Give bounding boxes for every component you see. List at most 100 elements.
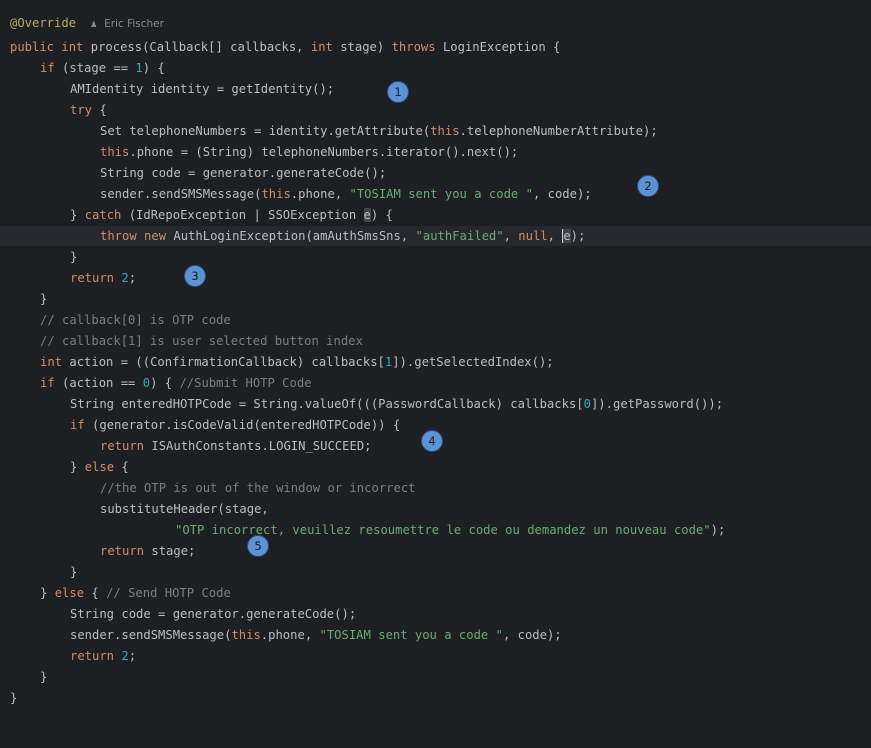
code-text: (IdRepoException | SSOException — [121, 208, 364, 222]
keyword: this — [261, 187, 291, 201]
code-text: (action == — [54, 376, 143, 390]
code-text: (generator.isCodeValid(enteredHOTPCode))… — [84, 418, 401, 432]
code-text: .phone, — [290, 187, 350, 201]
code-line-current[interactable]: throw new AuthLoginException(amAuthSmsSn… — [0, 226, 871, 246]
code-line: return stage; — [0, 541, 871, 561]
code-line: try { — [0, 100, 871, 120]
author-name[interactable]: Eric Fischer — [104, 18, 164, 30]
text-caret: e — [562, 229, 571, 243]
code-line: return 2; — [0, 268, 871, 288]
code-comment: //Submit HOTP Code — [179, 376, 312, 390]
code-line: sender.sendSMSMessage(this.phone, "TOSIA… — [0, 625, 871, 645]
code-text: ) { — [370, 208, 393, 222]
code-line: String code = generator.generateCode(); — [0, 604, 871, 624]
callout-marker-4: 4 — [421, 430, 443, 452]
code-text: stage; — [144, 544, 196, 558]
code-line: AMIdentity identity = getIdentity(); — [0, 79, 871, 99]
code-line: } — [0, 667, 871, 687]
code-text: .phone = (String) telephoneNumbers.itera… — [129, 145, 519, 159]
code-text: .phone, — [260, 628, 320, 642]
code-line: Set telephoneNumbers = identity.getAttri… — [0, 121, 871, 141]
code-text: substituteHeader(stage, — [100, 502, 269, 516]
code-line: String code = generator.generateCode(); — [0, 163, 871, 183]
code-text: { — [114, 460, 129, 474]
code-text: String code = generator.generateCode(); — [70, 607, 357, 621]
code-line: // callback[0] is OTP code — [0, 310, 871, 330]
code-text: } — [70, 565, 78, 579]
code-text: ISAuthConstants.LOGIN_SUCCEED; — [144, 439, 372, 453]
code-comment: // Send HOTP Code — [106, 586, 231, 600]
keyword: return — [100, 439, 145, 453]
code-text: process(Callback[] callbacks, — [90, 40, 311, 54]
code-line: } catch (IdRepoException | SSOException … — [0, 205, 871, 225]
code-line: // callback[1] is user selected button i… — [0, 331, 871, 351]
code-line: String enteredHOTPCode = String.valueOf(… — [0, 394, 871, 414]
keyword: int — [40, 355, 63, 369]
code-line: @Override ♟ Eric Fischer — [0, 13, 871, 33]
keyword: else — [54, 586, 85, 600]
code-line: if (action == 0) { //Submit HOTP Code — [0, 373, 871, 393]
code-line: } — [0, 562, 871, 582]
code-text: action = ((ConfirmationCallback) callbac… — [62, 355, 385, 369]
code-text: AuthLoginException(amAuthSmsSns, — [166, 229, 416, 243]
code-text: AMIdentity identity = getIdentity(); — [70, 82, 335, 96]
callout-marker-1: 1 — [387, 81, 409, 103]
string-literal: "TOSIAM sent you a code " — [349, 187, 533, 201]
keyword: int — [61, 40, 84, 54]
code-text: ) { — [150, 376, 180, 390]
keyword: this — [430, 124, 460, 138]
code-comment: // callback[0] is OTP code — [40, 313, 231, 327]
code-comment: //the OTP is out of the window or incorr… — [100, 481, 416, 495]
keyword: if — [40, 376, 55, 390]
code-line: return 2; — [0, 646, 871, 666]
code-text: ]).getPassword()); — [590, 397, 724, 411]
code-text: sender.sendSMSMessage( — [70, 628, 232, 642]
code-line: } — [0, 289, 871, 309]
code-editor[interactable]: @Override ♟ Eric Fischer public int proc… — [0, 0, 871, 724]
code-text: Set telephoneNumbers = identity.getAttri… — [100, 124, 431, 138]
keyword: if — [40, 61, 55, 75]
callout-marker-5: 5 — [247, 535, 269, 557]
code-text: , code); — [532, 187, 592, 201]
code-text: ]).getSelectedIndex(); — [392, 355, 554, 369]
keyword: return — [70, 649, 115, 663]
code-text: } — [40, 292, 48, 306]
code-text: } — [70, 460, 85, 474]
keyword: return — [100, 544, 145, 558]
code-line: //the OTP is out of the window or incorr… — [0, 478, 871, 498]
code-text: , — [503, 229, 519, 243]
callout-marker-2: 2 — [637, 175, 659, 197]
string-literal: "TOSIAM sent you a code " — [319, 628, 503, 642]
code-line: } else { // Send HOTP Code — [0, 583, 871, 603]
number-literal: 1 — [135, 61, 143, 75]
code-line: if (stage == 1) { — [0, 58, 871, 78]
keyword: new — [144, 229, 167, 243]
code-text: } — [10, 691, 18, 705]
highlighted-variable: e — [363, 208, 371, 222]
number-literal: 0 — [583, 397, 591, 411]
code-text: } — [40, 670, 48, 684]
number-literal: 0 — [142, 376, 151, 390]
code-text: ); — [710, 523, 726, 537]
keyword: null — [518, 229, 548, 243]
code-line: this.phone = (String) telephoneNumbers.i… — [0, 142, 871, 162]
code-text: } — [40, 586, 55, 600]
keyword: this — [231, 628, 261, 642]
code-text: .telephoneNumberAttribute); — [459, 124, 658, 138]
keyword: throws — [391, 40, 436, 54]
keyword: catch — [84, 208, 122, 222]
keyword: try — [70, 103, 93, 117]
annotation: @Override — [10, 16, 77, 30]
code-text: ); — [570, 229, 586, 243]
code-text: } — [70, 250, 78, 264]
code-line: sender.sendSMSMessage(this.phone, "TOSIA… — [0, 184, 871, 204]
keyword: this — [100, 145, 130, 159]
number-literal: 2 — [121, 649, 129, 663]
code-text: ; — [128, 271, 137, 285]
code-text: , — [547, 229, 563, 243]
code-line: int action = ((ConfirmationCallback) cal… — [0, 352, 871, 372]
keyword: if — [70, 418, 85, 432]
code-line: } else { — [0, 457, 871, 477]
code-text: ) { — [142, 61, 165, 75]
